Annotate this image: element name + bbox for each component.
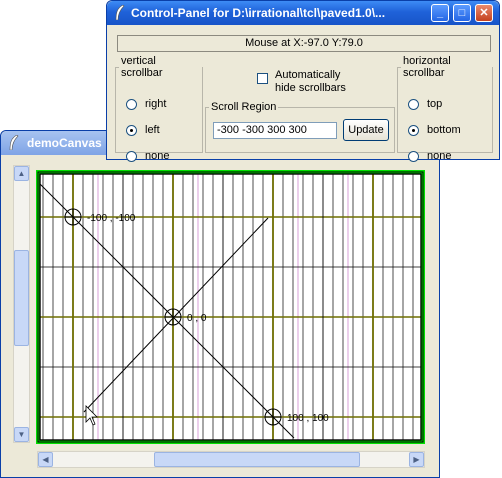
auto-hide-label-line2: hide scrollbars <box>275 82 346 94</box>
scroll-right-arrow-icon[interactable]: ▶ <box>409 452 424 467</box>
point-label: 0 , 0 <box>187 313 207 324</box>
mouse-status-field: Mouse at X:-97.0 Y:79.0 <box>117 35 491 52</box>
radio-button[interactable] <box>408 151 419 162</box>
control-panel-titlebar[interactable]: Control-Panel for D:\irrational\tcl\pave… <box>107 1 499 25</box>
radio-button[interactable] <box>126 99 137 110</box>
horizontal-scrollbar[interactable]: ◀ ▶ <box>37 451 425 468</box>
vertical-group-legend: vertical scrollbar <box>121 55 163 79</box>
drawing-canvas[interactable]: -100 , -100 0 , 0 100 , 100 <box>36 170 425 444</box>
control-panel-title: Control-Panel for D:\irrational\tcl\pave… <box>131 6 386 20</box>
vertical-scrollbar[interactable]: ▲ ▼ <box>13 165 30 443</box>
radio-label: top <box>427 98 443 110</box>
horizontal-scroll-thumb[interactable] <box>154 452 360 467</box>
point-label: -100 , -100 <box>87 213 136 224</box>
radio-button-selected[interactable] <box>126 125 137 136</box>
vertical-scroll-thumb[interactable] <box>14 250 29 346</box>
update-button[interactable]: Update <box>343 119 389 141</box>
close-icon[interactable]: ✕ <box>475 4 493 22</box>
point-label: 100 , 100 <box>287 413 329 424</box>
scroll-up-arrow-icon[interactable]: ▲ <box>14 166 29 181</box>
vertical-scrollbar-group: vertical scrollbar right left none <box>115 55 203 162</box>
radio-label: none <box>427 150 452 162</box>
horizontal-group-legend: horizontal scrollbar <box>403 55 451 79</box>
scroll-region-legend: Scroll Region <box>211 101 277 113</box>
radio-button[interactable] <box>126 151 137 162</box>
auto-hide-checkbox[interactable] <box>257 73 268 84</box>
radio-label: bottom <box>427 124 461 136</box>
radio-button-selected[interactable] <box>408 125 419 136</box>
status-label: Mouse at <box>245 37 291 49</box>
radio-label: right <box>145 98 167 110</box>
radio-label: left <box>145 124 160 136</box>
radio-button[interactable] <box>408 99 419 110</box>
scroll-region-input[interactable]: -300 -300 300 300 <box>213 122 337 139</box>
maximize-icon[interactable]: □ <box>453 4 471 22</box>
radio-label: none <box>145 150 170 162</box>
scroll-down-arrow-icon[interactable]: ▼ <box>14 427 29 442</box>
scroll-left-arrow-icon[interactable]: ◀ <box>38 452 53 467</box>
demo-window-title: demoCanvas <box>27 136 102 150</box>
control-panel-window: Control-Panel for D:\irrational\tcl\pave… <box>106 0 500 162</box>
feather-icon <box>115 5 125 20</box>
status-coordinates: X:-97.0 Y:79.0 <box>293 37 363 49</box>
horizontal-scrollbar-group: horizontal scrollbar top bottom none <box>397 55 493 162</box>
auto-hide-label-line1: Automatically <box>275 69 341 81</box>
auto-hide-checkbox-row[interactable]: Automatically hide scrollbars <box>257 69 377 97</box>
feather-icon <box>9 135 19 150</box>
minimize-icon[interactable]: _ <box>431 4 449 22</box>
